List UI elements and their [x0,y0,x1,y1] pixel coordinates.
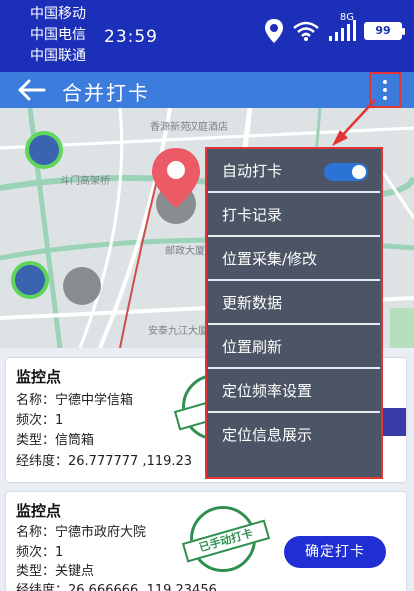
menu-item-update-data[interactable]: 更新数据 [208,281,380,325]
carrier-unicom: 中国联通 [30,48,86,64]
confirm-button-partial[interactable] [382,408,406,436]
card-title: 监控点 [16,502,62,520]
clock: 23:59 [104,27,158,47]
page-title: 合并打卡 [62,81,150,105]
more-dot [383,96,387,100]
menu-item-label: 位置采集/修改 [222,250,318,268]
menu-item-label: 自动打卡 [222,162,283,180]
wifi-icon [293,21,319,41]
menu-item-location-collect[interactable]: 位置采集/修改 [208,237,380,281]
menu-item-label: 更新数据 [222,294,283,312]
map-label: 邮政大厦 [165,246,205,257]
map-label: 安泰九江大厦 [148,326,208,337]
card-name: 名称：宁德中学信箱 [16,393,134,408]
confirm-checkin-button[interactable]: 确定打卡 [284,536,386,568]
menu-item-location-frequency[interactable]: 定位频率设置 [208,369,380,413]
more-dots-icon [383,80,387,84]
auto-checkin-toggle[interactable] [324,163,368,181]
location-icon [265,19,283,43]
battery-icon: 99 [364,22,405,40]
card-frequency: 频次：1 [16,413,64,428]
status-bar: 中国移动 中国电信 中国联通 23:59 8G 99 [0,0,414,72]
card-title: 监控点 [16,368,62,386]
card-coordinates: 经纬度：26.777777 ,119.23 [16,454,193,469]
carrier-list: 中国移动 中国电信 中国联通 [30,4,86,67]
checkin-stamp: 已手动打卡 [181,506,271,572]
menu-item-checkin-records[interactable]: 打卡记录 [208,193,380,237]
monitor-point-card[interactable]: 监控点 名称：宁德市政府大院 频次：1 类型：关键点 经纬度：26.666666… [6,492,406,591]
options-menu: 自动打卡 打卡记录 位置采集/修改 更新数据 位置刷新 定位频率设置 定位信息展… [205,147,383,479]
carrier-mobile: 中国移动 [30,6,86,22]
signal-icon [329,20,356,41]
more-dot [383,88,387,92]
card-name: 名称：宁德市政府大院 [16,525,147,540]
card-coordinates: 经纬度：26.666666 ,119.23456 [16,583,217,591]
menu-item-location-info[interactable]: 定位信息展示 [208,413,380,457]
map-label: 斗门高架桥 [60,176,110,187]
menu-item-label: 位置刷新 [222,338,283,356]
card-type: 类型：信筒箱 [16,433,95,448]
carrier-telecom: 中国电信 [30,27,86,43]
menu-item-location-refresh[interactable]: 位置刷新 [208,325,380,369]
back-arrow-icon [18,79,46,101]
map-label: 香源新苑 [150,122,190,133]
status-icons: 99 [264,18,405,44]
menu-item-label: 定位频率设置 [222,382,313,400]
card-type: 类型：关键点 [16,564,95,579]
card-frequency: 频次：1 [16,545,64,560]
menu-item-label: 打卡记录 [222,206,283,224]
map-poi-icon [186,112,198,124]
menu-item-auto-checkin[interactable]: 自动打卡 [208,149,380,193]
stamp-text: 已手动打卡 [181,519,271,563]
back-button[interactable] [14,74,50,106]
menu-item-label: 定位信息展示 [222,426,313,444]
